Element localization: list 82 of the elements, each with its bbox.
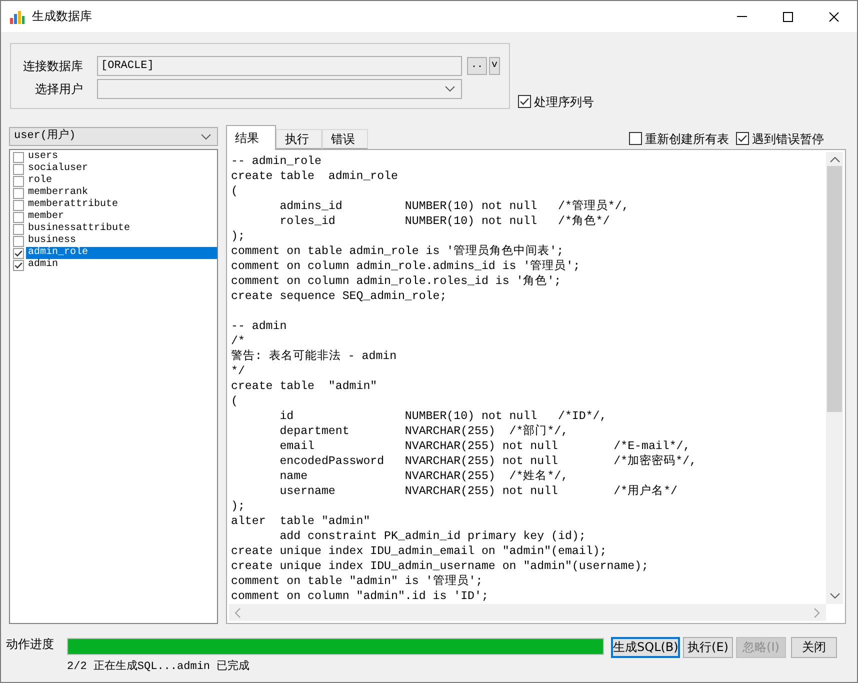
table-list-item[interactable]: admin	[26, 259, 217, 271]
code-line: -- admin	[231, 319, 288, 334]
checkbox[interactable]	[13, 224, 24, 234]
code-line: );	[231, 499, 246, 514]
code-line: comment on column admin_role.admins_id is '管理员';	[231, 259, 582, 274]
chevron-left-icon[interactable]	[235, 608, 241, 618]
table-list-item[interactable]: businessattribute	[26, 223, 217, 235]
code-line: create unique index IDU_admin_username on "admin"(username);	[231, 559, 650, 574]
code-line: comment on table "admin" is '管理员';	[231, 574, 484, 589]
window-title: 生成数据库	[32, 9, 92, 24]
close-icon[interactable]	[829, 12, 839, 22]
code-line: comment on column "admin".id is 'ID';	[231, 589, 490, 604]
code-line: comment on column admin_role.roles_id is '角色';	[231, 274, 562, 289]
action-button[interactable]: 执行(E)	[683, 637, 733, 658]
code-line: id NUMBER(10) not null /*ID*/,	[278, 409, 608, 424]
checkbox[interactable]	[518, 95, 531, 108]
code-line: username NVARCHAR(255) not null /*用户名*/	[278, 484, 678, 499]
vertical-scrollbar[interactable]	[826, 152, 843, 604]
checkbox[interactable]	[13, 212, 24, 222]
code-line: roles_id NUMBER(10) not null /*角色*/	[278, 214, 611, 229]
checkbox[interactable]	[13, 152, 24, 162]
checkbox[interactable]	[13, 248, 24, 258]
action-button[interactable]: 生成SQL(B)	[611, 637, 680, 658]
checkbox[interactable]	[13, 176, 24, 186]
code-line: create table admin_role	[231, 169, 399, 184]
code-line: 警告: 表名可能非法 - admin	[231, 349, 398, 364]
checkbox[interactable]	[13, 236, 24, 246]
code-line: create sequence SEQ_admin_role;	[231, 289, 448, 304]
code-line: /*	[231, 334, 246, 349]
connection-field[interactable]: [ORACLE]	[97, 56, 462, 76]
checkbox[interactable]	[13, 260, 24, 270]
chevron-down-icon[interactable]	[445, 86, 455, 92]
code-line: -- admin_role	[231, 154, 322, 169]
code-line: add constraint PK_admin_id primary key (id);	[278, 529, 587, 544]
table-list-item[interactable]: role	[26, 175, 217, 187]
tab[interactable]: 结果	[226, 125, 276, 150]
checkbox[interactable]	[13, 188, 24, 198]
bar-chart-icon	[9, 8, 25, 24]
chevron-down-icon[interactable]	[201, 134, 211, 140]
checkbox[interactable]	[13, 164, 24, 174]
code-line: );	[231, 229, 246, 244]
schema-dropdown[interactable]: user(用户)	[9, 127, 218, 146]
checkbox-label[interactable]: 遇到错误暂停	[752, 132, 824, 146]
maximize-icon[interactable]	[783, 12, 793, 22]
code-line: (	[231, 394, 239, 409]
table-list-item[interactable]: business	[26, 235, 217, 247]
field-button[interactable]: ..	[467, 57, 487, 75]
code-line: department NVARCHAR(255) /*部门*/,	[278, 424, 570, 439]
code-line: (	[231, 184, 239, 199]
checkbox[interactable]	[13, 200, 24, 210]
code-line: */	[231, 364, 246, 379]
tab[interactable]: 错误	[322, 129, 368, 149]
horizontal-scrollbar[interactable]	[229, 604, 826, 621]
table-list-item[interactable]: memberrank	[26, 187, 217, 199]
action-button[interactable]: 关闭	[791, 637, 837, 658]
code-line: alter table "admin"	[231, 514, 372, 529]
code-line: encodedPassword NVARCHAR(255) not null /*加密密码*/,	[278, 454, 698, 469]
chevron-up-icon[interactable]	[830, 157, 840, 163]
checkbox[interactable]	[736, 132, 749, 146]
progress-label: 动作进度	[6, 637, 55, 652]
field-label: 选择用户	[34, 82, 83, 96]
scrollbar-thumb[interactable]	[827, 166, 842, 412]
code-line: email NVARCHAR(255) not null /*E-mail*/,	[278, 439, 692, 454]
code-line: create table "admin"	[231, 379, 378, 394]
table-list-item[interactable]: socialuser	[26, 163, 217, 175]
table-list-item[interactable]: admin_role	[26, 247, 217, 259]
code-line: create unique index IDU_admin_email on "admin"(email);	[231, 544, 608, 559]
checkbox-label[interactable]: 重新创建所有表	[645, 132, 729, 146]
field-label: 连接数据库	[22, 58, 83, 74]
checkbox-label[interactable]: 处理序列号	[534, 94, 594, 109]
table-list-item[interactable]: member	[26, 211, 217, 223]
status-text: 2/2 正在生成SQL...admin 已完成	[67, 661, 251, 674]
field-button[interactable]: v	[489, 57, 500, 75]
chevron-right-icon[interactable]	[814, 608, 820, 618]
tab[interactable]: 执行	[276, 129, 322, 149]
code-line: admins_id NUMBER(10) not null /*管理员*/,	[278, 199, 630, 214]
code-line: comment on table admin_role is '管理员角色中间表';	[231, 244, 565, 259]
checkbox[interactable]	[629, 132, 642, 146]
chevron-down-icon[interactable]	[830, 593, 840, 599]
table-list-item[interactable]: memberattribute	[26, 199, 217, 211]
code-line: name NVARCHAR(255) /*姓名*/,	[278, 469, 570, 484]
table-list-item[interactable]: users	[26, 151, 217, 163]
